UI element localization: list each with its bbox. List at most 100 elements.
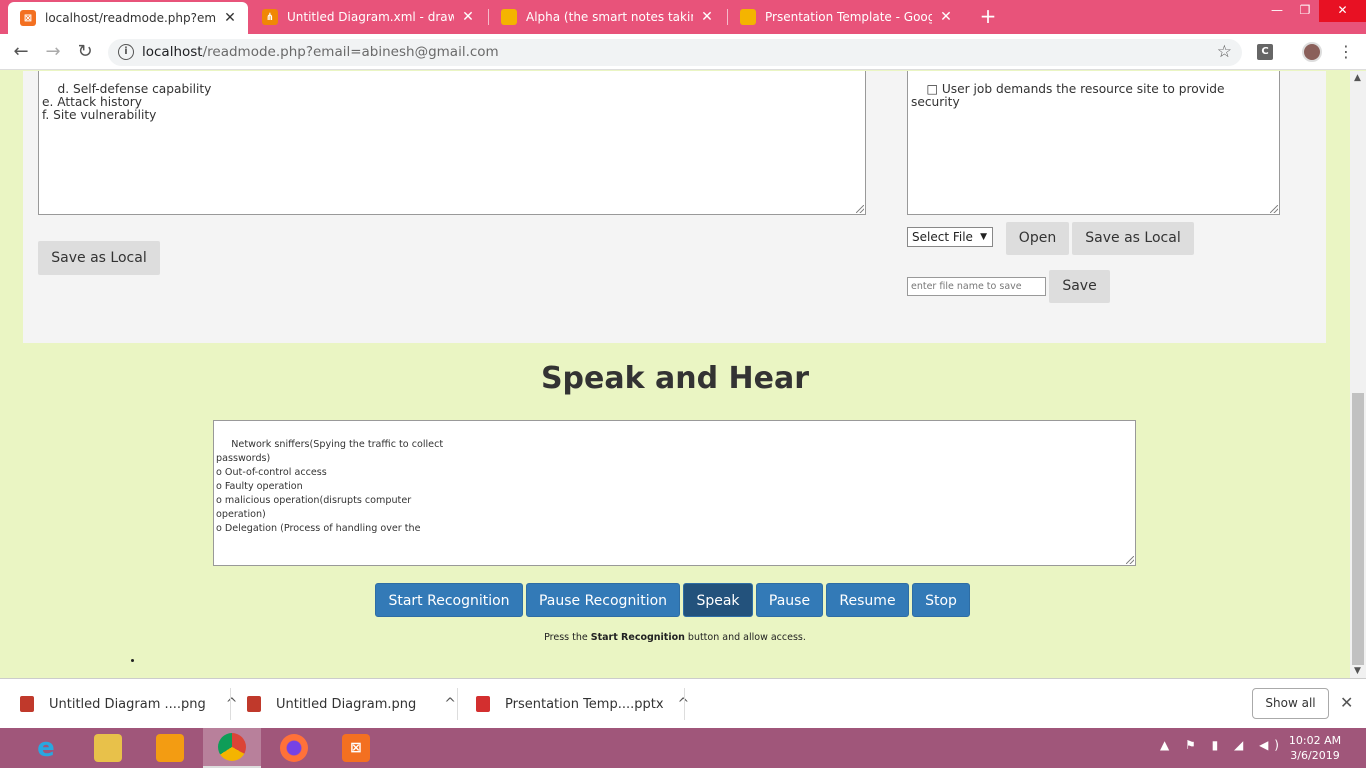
tab-label: localhost/readmode.php?email=a <box>45 11 216 25</box>
tab-close-icon[interactable]: ✕ <box>699 9 715 25</box>
browser-toolbar: ← → ↻ i localhost/readmode.php?email=abi… <box>0 34 1366 70</box>
download-item[interactable]: Untitled Diagram.png ^ <box>247 679 456 729</box>
taskbar-xampp[interactable]: ⊠ <box>327 728 385 768</box>
save-button[interactable]: Save <box>1049 270 1110 303</box>
hint-prefix: Press the <box>544 632 591 643</box>
page-scrollbar[interactable]: ▲ ▼ <box>1350 71 1366 678</box>
url-text[interactable]: localhost/readmode.php?email=abinesh@gma… <box>142 44 499 60</box>
right-notes-text: □ User job demands the resource site to … <box>911 82 1229 109</box>
resume-button[interactable]: Resume <box>826 583 909 617</box>
filename-input[interactable]: enter file name to save <box>907 277 1046 296</box>
scroll-thumb[interactable] <box>1352 393 1364 665</box>
left-notes-text: d. Self-defense capability e. Attack his… <box>42 82 212 122</box>
speak-button[interactable]: Speak <box>683 583 753 617</box>
tab-alpha[interactable]: Alpha (the smart notes taking we ✕ <box>489 0 725 34</box>
system-tray-icons[interactable]: ▲ ⚑ ▮ ◢ ◀) <box>1160 738 1285 752</box>
file-explorer-icon <box>94 734 122 762</box>
profile-avatar[interactable] <box>1302 42 1322 62</box>
back-arrow-icon[interactable]: ← <box>10 41 32 63</box>
slides-icon <box>501 9 517 25</box>
list-bullet <box>131 659 134 662</box>
divider <box>457 688 458 720</box>
download-item[interactable]: Prsentation Temp....pptx ^ <box>476 679 689 729</box>
download-name: Prsentation Temp....pptx <box>505 696 664 712</box>
taskbar-explorer[interactable] <box>79 728 137 768</box>
xampp-icon: ⊠ <box>20 10 36 26</box>
resize-grip-icon[interactable] <box>1126 556 1134 564</box>
pause-button[interactable]: Pause <box>756 583 823 617</box>
speech-text: Network sniffers(Spying the traffic to c… <box>216 439 444 534</box>
taskbar-ie[interactable]: e <box>17 728 75 768</box>
resize-grip-icon[interactable] <box>856 205 864 213</box>
left-notes-textarea[interactable]: d. Self-defense capability e. Attack his… <box>38 71 866 215</box>
select-file-label: Select File <box>912 230 973 244</box>
xampp-icon: ⊠ <box>342 734 370 762</box>
scroll-up-icon[interactable]: ▲ <box>1354 73 1361 83</box>
restore-button[interactable]: ❐ <box>1290 0 1320 22</box>
stop-button[interactable]: Stop <box>912 583 970 617</box>
chrome-icon <box>218 733 246 761</box>
clock-date: 3/6/2019 <box>1290 749 1340 762</box>
save-as-local-left-button[interactable]: Save as Local <box>38 241 160 275</box>
download-name: Untitled Diagram ....png <box>49 696 206 712</box>
chevron-up-icon[interactable]: ^ <box>226 696 238 712</box>
clock-time: 10:02 AM <box>1288 734 1342 747</box>
firefox-icon <box>280 734 308 762</box>
tab-label: Prsentation Template - Google Sl <box>765 10 932 24</box>
taskbar-clock[interactable]: 10:02 AM 3/6/2019 <box>1280 733 1350 763</box>
resize-grip-icon[interactable] <box>1270 205 1278 213</box>
tab-readmode[interactable]: ⊠ localhost/readmode.php?email=a ✕ <box>8 2 248 34</box>
browser-tab-strip: ⊠ localhost/readmode.php?email=a ✕ ⋔ Unt… <box>0 0 1366 34</box>
bookmark-star-icon[interactable]: ☆ <box>1217 42 1232 62</box>
divider <box>230 688 231 720</box>
taskbar-firefox[interactable] <box>265 728 323 768</box>
close-icon[interactable]: ✕ <box>1340 693 1353 712</box>
recognition-hint: Press the Start Recognition button and a… <box>0 632 1350 643</box>
hint-suffix: button and allow access. <box>684 632 806 643</box>
url-path: /readmode.php?email=abinesh@gmail.com <box>202 44 499 60</box>
png-file-icon <box>20 696 34 712</box>
ie-icon: e <box>37 733 55 763</box>
new-tab-button[interactable]: + <box>977 4 999 28</box>
taskbar-chrome[interactable] <box>203 728 261 768</box>
browser-menu-icon[interactable]: ⋮ <box>1338 40 1354 64</box>
dropdown-caret-icon: ▼ <box>980 232 987 242</box>
tab-close-icon[interactable]: ✕ <box>460 9 476 25</box>
tab-label: Untitled Diagram.xml - draw.io <box>287 10 454 24</box>
download-item[interactable]: Untitled Diagram ....png ^ <box>20 679 238 729</box>
pause-recognition-button[interactable]: Pause Recognition <box>526 583 680 617</box>
speech-textarea[interactable]: Network sniffers(Spying the traffic to c… <box>213 420 1136 566</box>
taskbar-uc[interactable] <box>141 728 199 768</box>
reload-icon[interactable]: ↻ <box>74 41 96 63</box>
slides-icon <box>740 9 756 25</box>
minimize-button[interactable]: — <box>1262 0 1292 22</box>
window-close-button[interactable]: ✕ <box>1319 0 1366 22</box>
start-recognition-button[interactable]: Start Recognition <box>375 583 523 617</box>
address-bar[interactable]: i localhost/readmode.php?email=abinesh@g… <box>108 39 1242 66</box>
tab-close-icon[interactable]: ✕ <box>222 10 238 26</box>
tab-drawio[interactable]: ⋔ Untitled Diagram.xml - draw.io ✕ <box>250 0 486 34</box>
save-as-local-right-button[interactable]: Save as Local <box>1072 222 1194 255</box>
windows-taskbar: e ⊠ ▲ ⚑ ▮ ◢ ◀) 10:02 AM 3/6/2019 <box>0 728 1366 768</box>
chevron-up-icon[interactable]: ^ <box>444 696 456 712</box>
speak-and-hear-heading: Speak and Hear <box>540 361 810 396</box>
show-all-button[interactable]: Show all <box>1252 688 1329 719</box>
tab-close-icon[interactable]: ✕ <box>938 9 954 25</box>
uc-browser-icon <box>156 734 184 762</box>
select-file-dropdown[interactable]: Select File ▼ <box>907 227 993 247</box>
extension-icon[interactable]: C <box>1257 44 1273 60</box>
download-name: Untitled Diagram.png <box>276 696 417 712</box>
open-button[interactable]: Open <box>1006 222 1069 255</box>
url-host: localhost <box>142 44 203 60</box>
right-notes-textarea[interactable]: □ User job demands the resource site to … <box>907 71 1280 215</box>
png-file-icon <box>247 696 261 712</box>
pptx-file-icon <box>476 696 490 712</box>
forward-arrow-icon[interactable]: → <box>42 41 64 63</box>
site-info-icon[interactable]: i <box>118 44 134 60</box>
scroll-down-icon[interactable]: ▼ <box>1354 666 1361 676</box>
page-content: d. Self-defense capability e. Attack his… <box>0 71 1350 678</box>
tab-label: Alpha (the smart notes taking we <box>526 10 693 24</box>
divider <box>684 688 685 720</box>
hint-bold: Start Recognition <box>590 632 685 643</box>
tab-presentation[interactable]: Prsentation Template - Google Sl ✕ <box>728 0 964 34</box>
